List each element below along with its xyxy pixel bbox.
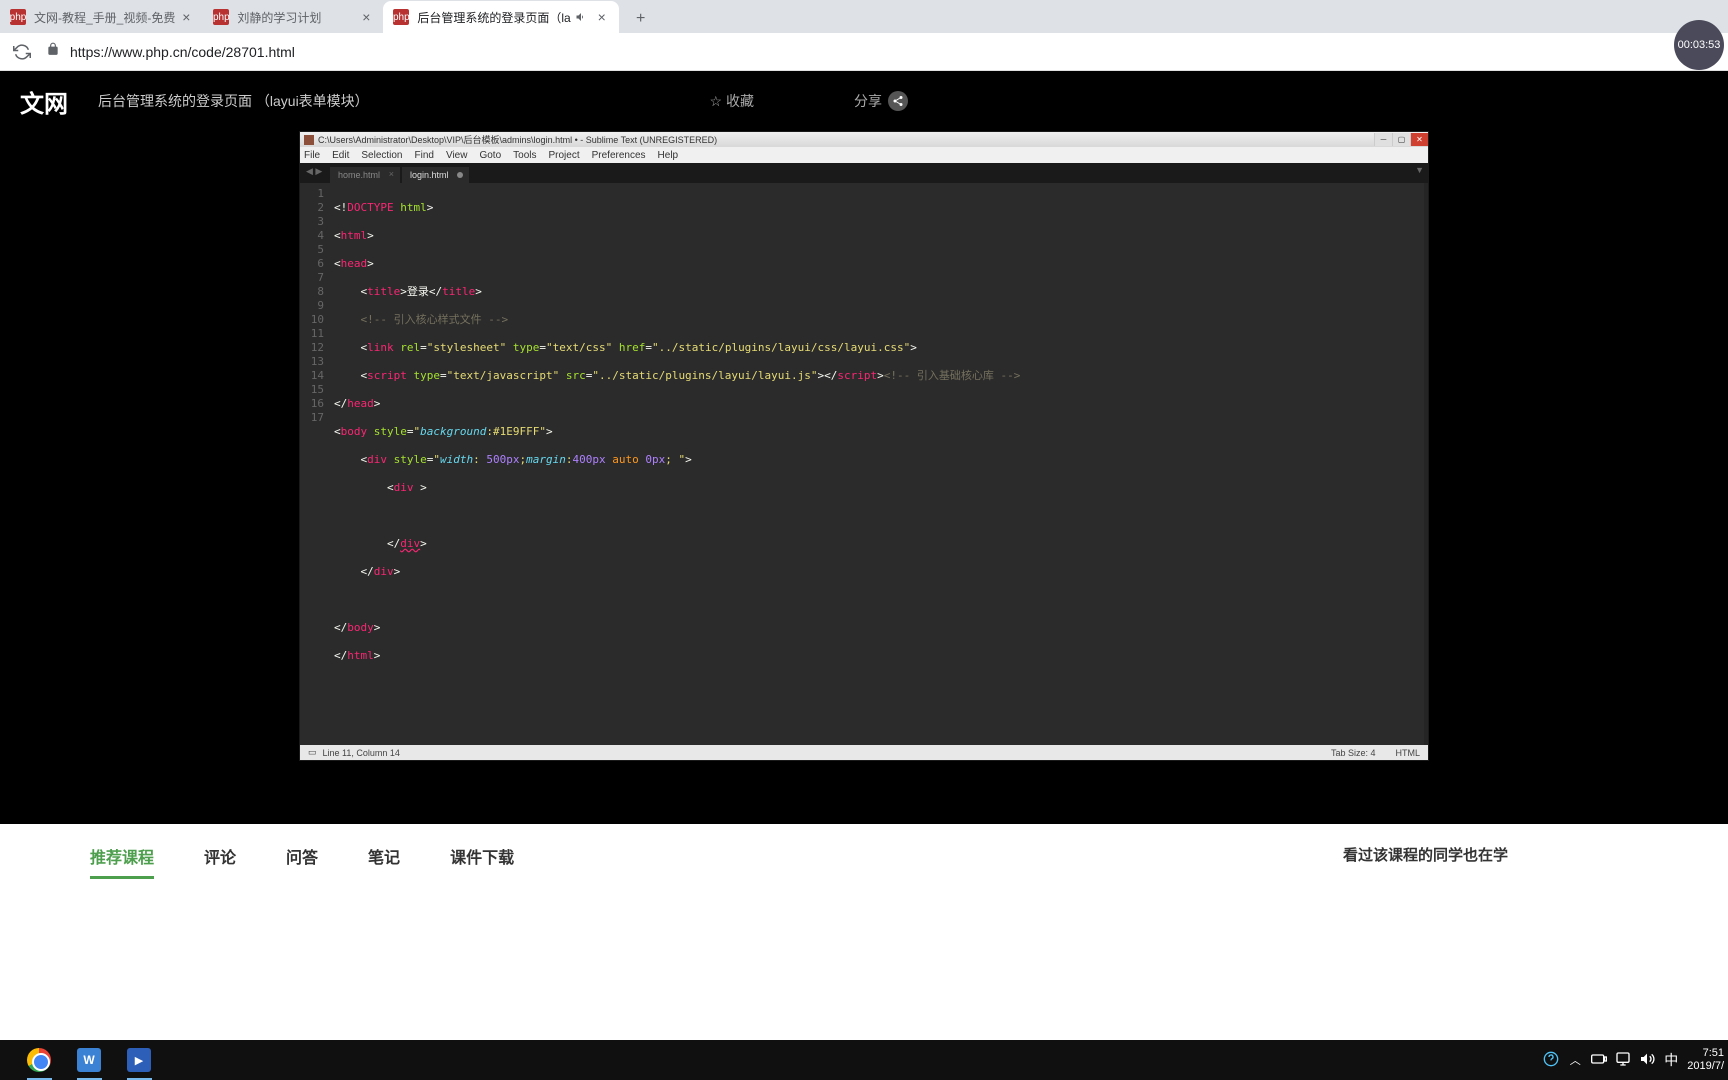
tab-overflow-icon[interactable]: ▼: [1415, 165, 1424, 175]
favorite-button[interactable]: ☆ 收藏: [709, 91, 754, 111]
menu-selection[interactable]: Selection: [361, 150, 402, 161]
fav-label: 收藏: [726, 91, 754, 111]
tab-title: 文网-教程_手册_视频-免费: [34, 9, 175, 26]
statusbar-icon[interactable]: ▭: [308, 747, 317, 758]
clock[interactable]: 7:51 2019/7/: [1687, 1047, 1724, 1073]
share-label: 分享: [854, 91, 882, 111]
taskbar-left: W ▶: [0, 1040, 164, 1080]
editor-tab-login-active[interactable]: login.html: [402, 167, 469, 183]
time-text: 7:51: [1687, 1047, 1724, 1060]
taskbar-chrome[interactable]: [14, 1040, 64, 1080]
page-header: 文网 后台管理系统的登录页面 （layui表单模块） ☆ 收藏 分享: [0, 71, 1728, 131]
sublime-window-title: C:\Users\Administrator\Desktop\VIP\后台模板\…: [318, 133, 717, 146]
browser-tab-2-active[interactable]: php 后台管理系统的登录页面（la ×: [383, 1, 618, 33]
file-type[interactable]: HTML: [1396, 748, 1421, 758]
menu-tools[interactable]: Tools: [513, 150, 536, 161]
chevron-up-icon[interactable]: ︿: [1567, 1052, 1583, 1068]
window-close-button[interactable]: ✕: [1410, 133, 1428, 146]
battery-icon[interactable]: [1591, 1054, 1607, 1067]
menu-file[interactable]: File: [304, 150, 320, 161]
date-text: 2019/7/: [1687, 1060, 1724, 1073]
share-button[interactable]: 分享: [854, 91, 908, 111]
wps-icon: W: [77, 1048, 101, 1072]
editor-tab-label: login.html: [410, 170, 449, 180]
tab-qa[interactable]: 问答: [286, 844, 318, 879]
tab-downloads[interactable]: 课件下载: [450, 844, 514, 879]
recording-timer-badge[interactable]: 00:03:53: [1674, 20, 1724, 70]
help-icon[interactable]: [1543, 1051, 1559, 1070]
address-bar: https://www.php.cn/code/28701.html: [0, 33, 1728, 71]
tab-title: 刘静的学习计划: [237, 9, 355, 26]
taskbar-recorder[interactable]: ▶: [114, 1040, 164, 1080]
menu-project[interactable]: Project: [549, 150, 580, 161]
tab-recommended[interactable]: 推荐课程: [90, 844, 154, 879]
editor-tab-home[interactable]: home.html ×: [330, 167, 400, 183]
php-favicon: php: [393, 9, 409, 25]
recorder-icon: ▶: [127, 1048, 151, 1072]
sublime-menubar: File Edit Selection Find View Goto Tools…: [300, 147, 1428, 163]
site-logo[interactable]: 文网: [20, 84, 68, 119]
taskbar-wps[interactable]: W: [64, 1040, 114, 1080]
menu-view[interactable]: View: [446, 150, 468, 161]
sublime-window: C:\Users\Administrator\Desktop\VIP\后台模板\…: [299, 131, 1429, 761]
lock-icon[interactable]: [46, 42, 66, 61]
code-content[interactable]: <!DOCTYPE html> <html> <head> <title>登录<…: [330, 183, 1424, 745]
menu-edit[interactable]: Edit: [332, 150, 349, 161]
browser-tab-0[interactable]: php 文网-教程_手册_视频-免费 ×: [0, 1, 203, 33]
menu-preferences[interactable]: Preferences: [592, 150, 646, 161]
tab-size[interactable]: Tab Size: 4: [1331, 748, 1376, 758]
course-tabs: 推荐课程 评论 问答 笔记 课件下载: [90, 844, 514, 879]
page-title: 后台管理系统的登录页面 （layui表单模块）: [98, 91, 369, 111]
sublime-statusbar: ▭ Line 11, Column 14 Tab Size: 4 HTML: [300, 745, 1428, 760]
sublime-titlebar: C:\Users\Administrator\Desktop\VIP\后台模板\…: [300, 132, 1428, 147]
system-tray: ︿ 中 7:51 2019/7/: [1543, 1040, 1728, 1080]
dirty-indicator-icon: [457, 172, 463, 178]
php-favicon: php: [10, 9, 26, 25]
menu-find[interactable]: Find: [415, 150, 434, 161]
tab-close-icon[interactable]: ×: [389, 169, 394, 179]
browser-tab-1[interactable]: php 刘静的学习计划 ×: [203, 1, 383, 33]
php-favicon: php: [213, 9, 229, 25]
ime-indicator[interactable]: 中: [1663, 1050, 1679, 1070]
reload-icon[interactable]: [8, 38, 36, 66]
star-icon: ☆: [709, 93, 722, 110]
line-gutter: 1234567891011121314151617: [300, 183, 330, 745]
tab-title: 后台管理系统的登录页面（la: [417, 9, 570, 26]
new-tab-button[interactable]: +: [627, 5, 655, 33]
menu-goto[interactable]: Goto: [479, 150, 501, 161]
sublime-tab-row: ◀ ▶ home.html × login.html ▼: [300, 163, 1428, 183]
editor-tab-label: home.html: [338, 170, 380, 180]
tab-nav-arrows[interactable]: ◀ ▶: [306, 166, 322, 177]
url-text[interactable]: https://www.php.cn/code/28701.html: [70, 44, 295, 60]
maximize-button[interactable]: ▢: [1392, 133, 1410, 146]
tab-comments[interactable]: 评论: [204, 844, 236, 879]
close-icon[interactable]: ×: [179, 10, 193, 24]
also-learning-heading: 看过该课程的同学也在学: [1343, 844, 1508, 865]
share-icon: [888, 91, 908, 111]
close-icon[interactable]: ×: [595, 10, 609, 24]
windows-taskbar: W ▶ ︿ 中 7:51 2019/7/: [0, 1040, 1728, 1080]
minimize-button[interactable]: ─: [1374, 133, 1392, 146]
minimap[interactable]: [1424, 183, 1428, 745]
start-button[interactable]: [0, 1040, 14, 1080]
network-icon[interactable]: [1615, 1051, 1631, 1070]
editor-body[interactable]: 1234567891011121314151617 <!DOCTYPE html…: [300, 183, 1428, 745]
cursor-position[interactable]: Line 11, Column 14: [323, 748, 400, 758]
volume-icon[interactable]: [1639, 1051, 1655, 1070]
menu-help[interactable]: Help: [658, 150, 679, 161]
tab-notes[interactable]: 笔记: [368, 844, 400, 879]
chrome-icon: [27, 1048, 51, 1072]
sublime-app-icon: [304, 135, 314, 145]
browser-tab-strip: php 文网-教程_手册_视频-免费 × php 刘静的学习计划 × php 后…: [0, 0, 1728, 33]
audio-icon[interactable]: [575, 11, 587, 23]
close-icon[interactable]: ×: [359, 10, 373, 24]
video-area[interactable]: C:\Users\Administrator\Desktop\VIP\后台模板\…: [0, 131, 1728, 824]
course-section: 推荐课程 评论 问答 笔记 课件下载 看过该课程的同学也在学: [0, 824, 1728, 889]
window-controls: ─ ▢ ✕: [1374, 133, 1428, 146]
